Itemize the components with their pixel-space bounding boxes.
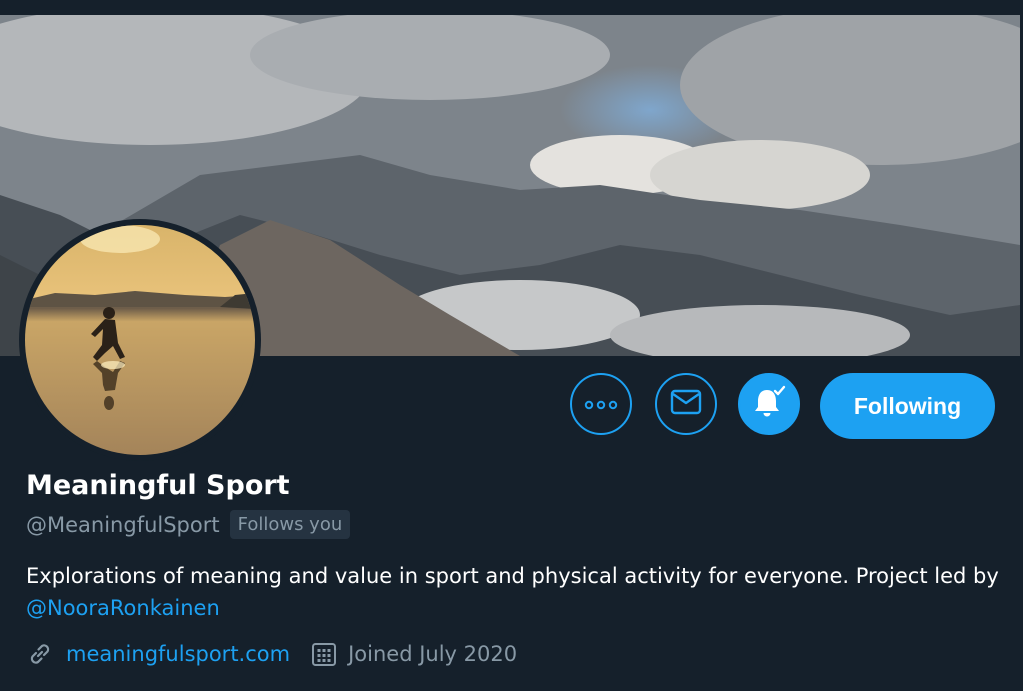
notifications-button[interactable] bbox=[738, 373, 800, 435]
message-button[interactable] bbox=[655, 373, 717, 435]
more-horizontal-icon bbox=[584, 395, 618, 414]
profile-avatar[interactable] bbox=[19, 219, 261, 461]
website-link[interactable]: meaningfulsport.com bbox=[66, 642, 290, 666]
username-handle: @MeaningfulSport bbox=[26, 512, 220, 537]
profile-meta-row: meaningfulsport.com Joined July 2020 bbox=[26, 640, 517, 668]
more-options-button[interactable] bbox=[570, 373, 632, 435]
envelope-icon bbox=[670, 389, 702, 419]
display-name: Meaningful Sport bbox=[26, 470, 290, 501]
follows-you-badge: Follows you bbox=[229, 510, 351, 539]
joined-date: Joined July 2020 bbox=[348, 642, 518, 666]
bio-text: Explorations of meaning and value in spo… bbox=[26, 564, 999, 588]
profile-bio: Explorations of meaning and value in spo… bbox=[26, 560, 1006, 624]
top-strip bbox=[0, 0, 1023, 15]
bio-mention-link[interactable]: @NooraRonkainen bbox=[26, 596, 220, 620]
calendar-icon bbox=[310, 640, 338, 668]
following-button[interactable]: Following bbox=[820, 373, 995, 439]
link-icon bbox=[26, 640, 54, 668]
handle-row: @MeaningfulSport Follows you bbox=[26, 510, 351, 539]
bell-check-icon bbox=[751, 384, 787, 424]
